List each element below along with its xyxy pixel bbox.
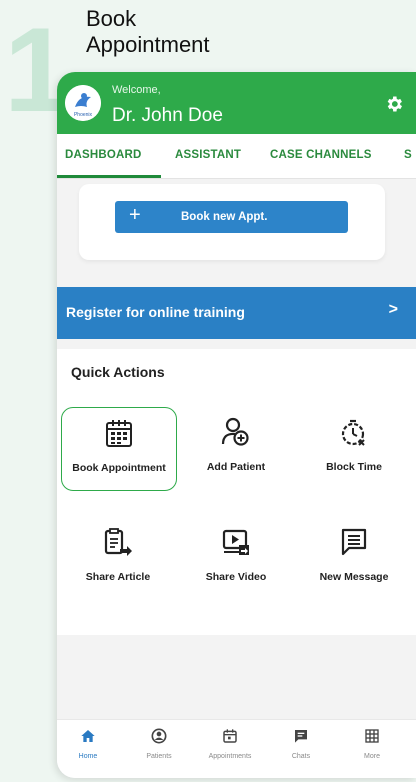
nav-label: Chats (291, 753, 311, 760)
nav-appointments[interactable]: Appointments (200, 728, 260, 760)
action-label: Add Patient (206, 461, 266, 473)
action-label: New Message (319, 571, 389, 583)
register-training-banner[interactable]: Register for online training > (57, 287, 416, 339)
nav-label: More (364, 753, 380, 760)
action-label: Book Appointment (72, 462, 166, 474)
nav-label: Appointments (208, 753, 252, 760)
book-new-appt-label: Book new Appt. (181, 211, 268, 223)
action-block-time[interactable]: Block Time (297, 407, 411, 489)
logo-text: Phoenix (74, 112, 93, 118)
home-icon (81, 730, 95, 742)
timer-block-icon (341, 419, 365, 446)
chevron-right-icon: > (388, 301, 398, 318)
step-title-line2: Appointment (86, 32, 210, 57)
action-share-article[interactable]: Share Article (61, 517, 175, 599)
calendar-icon (223, 729, 237, 743)
action-label: Block Time (326, 461, 382, 473)
nav-patients[interactable]: Patients (129, 728, 189, 760)
plus-icon: + (129, 204, 141, 226)
gear-icon[interactable] (384, 94, 404, 114)
share-article-icon (104, 528, 132, 556)
nav-chats[interactable]: Chats (271, 728, 331, 760)
action-label: Share Video (205, 571, 267, 583)
phone-screen: Phoenix Welcome, Dr. John Doe DASHBOARD … (57, 72, 416, 778)
phoenix-logo-icon: Phoenix (65, 85, 101, 121)
nav-more[interactable]: More (342, 728, 402, 760)
tab-bar: DASHBOARD ASSISTANT CASE CHANNELS S (57, 134, 416, 179)
tab-case-channels[interactable]: CASE CHANNELS (270, 149, 372, 161)
book-appointment-card: + Book new Appt. (79, 184, 385, 260)
active-tab-indicator (57, 175, 161, 178)
grid-icon (365, 729, 379, 743)
patients-icon (151, 728, 167, 744)
register-training-label: Register for online training (66, 304, 245, 320)
doctor-name: Dr. John Doe (112, 105, 223, 126)
chat-icon (295, 730, 307, 743)
nav-home[interactable]: Home (58, 728, 118, 760)
book-new-appt-button[interactable]: + Book new Appt. (115, 201, 348, 233)
action-share-video[interactable]: Share Video (179, 517, 293, 599)
action-book-appointment[interactable]: Book Appointment (61, 407, 177, 491)
action-label: Share Article (85, 571, 151, 583)
step-title-line1: Book (86, 6, 137, 31)
tab-assistant[interactable]: ASSISTANT (175, 149, 241, 161)
quick-actions-panel: Quick Actions Book Appointment Add Patie… (57, 349, 416, 635)
bottom-navigation: Home Patients Appointments Chats More (57, 719, 416, 778)
message-icon (341, 528, 367, 556)
tab-dashboard[interactable]: DASHBOARD (65, 149, 142, 161)
app-logo[interactable]: Phoenix (65, 85, 101, 121)
step-title: Book Appointment (86, 6, 210, 58)
app-header: Phoenix Welcome, Dr. John Doe (57, 72, 416, 134)
nav-label: Home (78, 753, 98, 760)
nav-label: Patients (146, 753, 172, 760)
add-user-icon (221, 417, 249, 446)
action-new-message[interactable]: New Message (297, 517, 411, 599)
action-add-patient[interactable]: Add Patient (179, 407, 293, 489)
welcome-text: Welcome, (112, 84, 161, 96)
quick-actions-title: Quick Actions (71, 364, 165, 380)
share-video-icon (222, 529, 249, 555)
tab-partial[interactable]: S (404, 149, 412, 161)
calendar-grid-icon (106, 420, 132, 447)
